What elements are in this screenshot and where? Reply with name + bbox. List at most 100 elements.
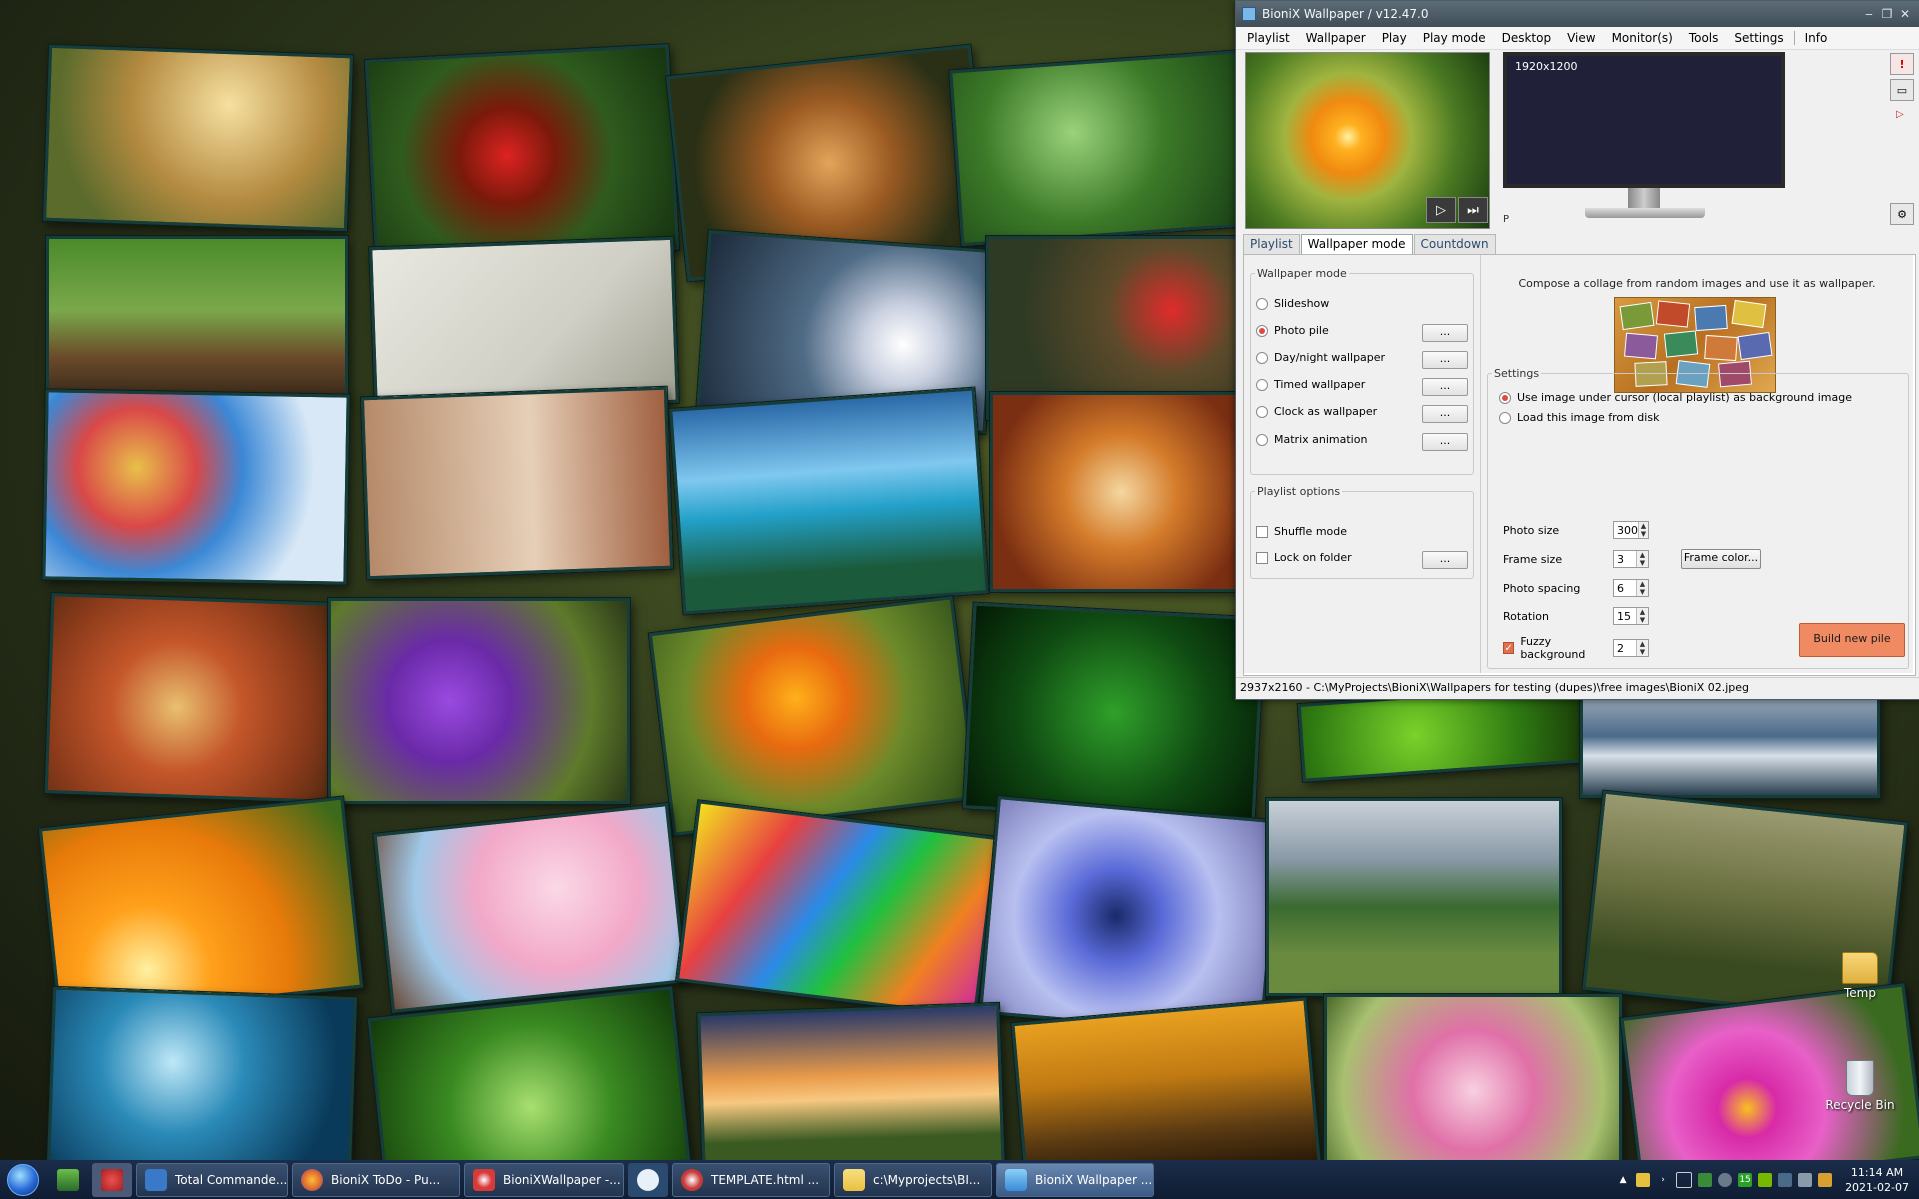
- tray-arrow-icon[interactable]: ▲: [1616, 1173, 1630, 1187]
- taskbar-button-label: BioniX ToDo - Pu...: [331, 1172, 441, 1187]
- taskbar-firefox[interactable]: BioniX ToDo - Pu...: [292, 1162, 460, 1197]
- taskbar-total-commander[interactable]: Total Commande...: [136, 1162, 288, 1197]
- radio-slideshow[interactable]: [1256, 297, 1268, 310]
- menu-monitors[interactable]: Monitor(s): [1604, 31, 1681, 45]
- frame-size-row: Frame size 3 ▲ ▼: [1503, 550, 1649, 568]
- tray-nvidia-icon[interactable]: [1758, 1172, 1773, 1187]
- photo-autumn-trees: [990, 392, 1252, 592]
- alert-button[interactable]: !: [1890, 53, 1914, 75]
- desktop-icon-recycle-bin[interactable]: Recycle Bin: [1822, 1060, 1898, 1112]
- menu-play-mode[interactable]: Play mode: [1415, 31, 1494, 45]
- shuffle-mode-checkbox[interactable]: [1256, 525, 1268, 538]
- quicklaunch-app[interactable]: [92, 1162, 132, 1197]
- monitor-button[interactable]: ▭: [1890, 79, 1914, 101]
- mode-matrix[interactable]: Matrix animation: [1256, 433, 1367, 446]
- minimize-button[interactable]: ‒: [1860, 7, 1878, 21]
- mode-day-night[interactable]: Day/night wallpaper: [1256, 351, 1385, 364]
- menu-settings[interactable]: Settings: [1726, 31, 1791, 45]
- menu-play[interactable]: Play: [1374, 31, 1415, 45]
- tab-wallpaper-mode[interactable]: Wallpaper mode: [1300, 234, 1413, 254]
- desktop-icon-temp[interactable]: Temp: [1822, 952, 1898, 1000]
- start-button[interactable]: [0, 1160, 46, 1199]
- play-button[interactable]: ▷: [1426, 197, 1456, 223]
- close-button[interactable]: ✕: [1896, 7, 1914, 21]
- photo-spacing-spinner[interactable]: 6 ▲ ▼: [1613, 579, 1649, 597]
- menu-view[interactable]: View: [1559, 31, 1603, 45]
- radio-bg-from-disk[interactable]: [1499, 411, 1511, 424]
- tab-countdown[interactable]: Countdown: [1413, 234, 1496, 254]
- windows-logo-icon: [7, 1163, 39, 1196]
- timed-options-button[interactable]: ...: [1422, 378, 1468, 396]
- spinner-arrows-icon[interactable]: ▲ ▼: [1636, 640, 1648, 656]
- mode-slideshow[interactable]: Slideshow: [1256, 297, 1329, 310]
- fuzzy-background-spinner[interactable]: 2 ▲ ▼: [1613, 639, 1649, 657]
- menu-playlist[interactable]: Playlist: [1239, 31, 1298, 45]
- build-new-pile-button[interactable]: Build new pile: [1799, 623, 1905, 657]
- mode-timed[interactable]: Timed wallpaper: [1256, 378, 1365, 391]
- fuzzy-background-checkbox[interactable]: ✓: [1503, 642, 1515, 654]
- tray-sync-icon[interactable]: [1778, 1172, 1793, 1187]
- mode-photo-pile-label: Photo pile: [1274, 324, 1329, 337]
- lock-folder-options-button[interactable]: ...: [1422, 551, 1468, 569]
- taskbar-folder-explorer[interactable]: c:\Myprojects\BI...: [834, 1162, 992, 1197]
- frame-size-spinner[interactable]: 3 ▲ ▼: [1613, 550, 1649, 568]
- tray-speaker-icon[interactable]: [1798, 1172, 1813, 1187]
- mode-clock[interactable]: Clock as wallpaper: [1256, 405, 1377, 418]
- preview-area: ▷ ⏭ 1920x1200 P ! ▭ ▷ ⚙: [1236, 49, 1919, 229]
- taskbar-bionix-wallpaper-window[interactable]: BioniX Wallpaper ...: [996, 1162, 1154, 1197]
- photo-size-value: 300: [1617, 523, 1638, 537]
- menu-wallpaper[interactable]: Wallpaper: [1298, 31, 1374, 45]
- tray-shield-icon[interactable]: [1698, 1172, 1713, 1187]
- radio-clock[interactable]: [1256, 405, 1268, 418]
- monitor-settings-button[interactable]: ⚙: [1890, 203, 1914, 225]
- frame-color-button[interactable]: Frame color...: [1681, 549, 1761, 569]
- tray-folder-icon[interactable]: [1636, 1172, 1651, 1187]
- bg-under-cursor-option[interactable]: Use image under cursor (local playlist) …: [1499, 391, 1852, 404]
- fuzzy-background-option[interactable]: ✓ Fuzzy background: [1503, 635, 1613, 661]
- radio-bg-under-cursor[interactable]: [1499, 391, 1511, 404]
- clock[interactable]: 11:14 AM 2021-02-07: [1835, 1165, 1919, 1195]
- radio-timed[interactable]: [1256, 378, 1268, 391]
- monitor-preview[interactable]: 1920x1200: [1503, 52, 1785, 226]
- mode-photo-pile[interactable]: Photo pile: [1256, 324, 1329, 337]
- tray-display-icon[interactable]: [1676, 1171, 1693, 1188]
- taskbar-bionix-wallpaper[interactable]: BioniXWallpaper -...: [464, 1162, 624, 1197]
- tab-playlist[interactable]: Playlist: [1243, 234, 1300, 254]
- spinner-arrows-icon[interactable]: ▲ ▼: [1638, 522, 1648, 538]
- next-button[interactable]: ⏭: [1458, 197, 1488, 223]
- bg-from-disk-option[interactable]: Load this image from disk: [1499, 411, 1659, 424]
- day-night-options-button[interactable]: ...: [1422, 351, 1468, 369]
- photo-size-spinner[interactable]: 300 ▲ ▼: [1613, 521, 1649, 539]
- title-bar[interactable]: BioniX Wallpaper / v12.47.0 ‒ ❐ ✕: [1236, 1, 1919, 27]
- spinner-arrows-icon[interactable]: ▲ ▼: [1636, 608, 1648, 624]
- photo-pile-options-button[interactable]: ...: [1422, 324, 1468, 342]
- radio-photo-pile[interactable]: [1256, 324, 1268, 337]
- matrix-options-button[interactable]: ...: [1422, 433, 1468, 451]
- tray-badge-icon[interactable]: 15: [1738, 1172, 1753, 1187]
- tray-network-icon[interactable]: [1718, 1172, 1733, 1187]
- desktop-icon-label: Temp: [1844, 986, 1876, 1000]
- taskbar-chat-app[interactable]: [628, 1162, 668, 1197]
- spinner-arrows-icon[interactable]: ▲ ▼: [1636, 551, 1648, 567]
- mode-matrix-label: Matrix animation: [1274, 433, 1368, 446]
- radio-matrix[interactable]: [1256, 433, 1268, 446]
- restore-button[interactable]: ❐: [1878, 7, 1896, 21]
- photo-pile-description: Compose a collage from random images and…: [1518, 277, 1876, 290]
- menu-desktop[interactable]: Desktop: [1494, 31, 1560, 45]
- rotation-spinner[interactable]: 15 ▲ ▼: [1613, 607, 1649, 625]
- tray-chevron-icon[interactable]: ›: [1656, 1173, 1670, 1187]
- shuffle-mode-option[interactable]: Shuffle mode: [1256, 525, 1347, 538]
- radio-day-night[interactable]: [1256, 351, 1268, 364]
- taskbar-template-html[interactable]: TEMPLATE.html ...: [672, 1162, 830, 1197]
- menu-tools[interactable]: Tools: [1681, 31, 1727, 45]
- lock-on-folder-option[interactable]: Lock on folder: [1256, 551, 1352, 564]
- clock-options-button[interactable]: ...: [1422, 405, 1468, 423]
- photo-spacing-label: Photo spacing: [1503, 581, 1581, 595]
- tray-flag-icon[interactable]: [1818, 1172, 1833, 1187]
- primary-monitor-marker: P: [1503, 214, 1510, 225]
- lock-on-folder-checkbox[interactable]: [1256, 551, 1268, 564]
- spinner-arrows-icon[interactable]: ▲ ▼: [1636, 580, 1648, 596]
- quicklaunch-computer[interactable]: [48, 1163, 88, 1197]
- menu-info[interactable]: Info: [1797, 31, 1836, 45]
- status-bar: 2937x2160 - C:\MyProjects\BioniX\Wallpap…: [1236, 677, 1919, 697]
